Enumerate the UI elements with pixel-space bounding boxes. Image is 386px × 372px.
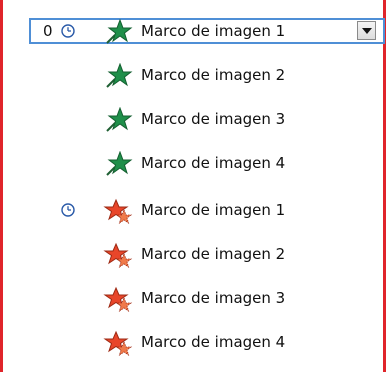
animation-item-label: Marco de imagen 2: [141, 66, 286, 84]
animation-item-6[interactable]: Marco de imagen 2: [3, 241, 383, 268]
animation-item-label: Marco de imagen 2: [141, 245, 286, 263]
animation-item-3[interactable]: Marco de imagen 3: [3, 106, 383, 132]
animation-item-label: Marco de imagen 3: [141, 110, 286, 128]
order-number: 0: [43, 22, 53, 40]
red-star-icon: [103, 330, 133, 356]
animation-item-2[interactable]: Marco de imagen 2: [3, 62, 383, 88]
green-star-icon: [103, 150, 133, 177]
red-star-icon: [103, 286, 133, 312]
item-options-dropdown-button[interactable]: [357, 21, 376, 40]
animation-item-4[interactable]: Marco de imagen 4: [3, 150, 383, 176]
green-star-icon: [103, 62, 133, 89]
green-star-icon: [103, 106, 133, 133]
animation-item-label: Marco de imagen 4: [141, 154, 286, 172]
animation-pane: 0 Marco de imagen 1 Marco de imagen 2 Ma…: [0, 0, 386, 372]
clock-icon: [61, 202, 75, 217]
animation-item-label: Marco de imagen 4: [141, 333, 286, 351]
animation-item-label: Marco de imagen 3: [141, 289, 286, 307]
animation-item-1[interactable]: 0 Marco de imagen 1: [3, 18, 385, 45]
animation-item-8[interactable]: Marco de imagen 4: [3, 329, 383, 356]
clock-icon: [61, 23, 75, 38]
red-star-icon: [103, 198, 133, 224]
green-star-icon: [103, 18, 133, 45]
chevron-down-icon: [362, 28, 372, 34]
animation-item-7[interactable]: Marco de imagen 3: [3, 285, 383, 312]
animation-item-label: Marco de imagen 1: [141, 201, 286, 219]
animation-item-5[interactable]: Marco de imagen 1: [3, 197, 383, 224]
animation-item-label: Marco de imagen 1: [141, 22, 286, 40]
red-star-icon: [103, 242, 133, 268]
